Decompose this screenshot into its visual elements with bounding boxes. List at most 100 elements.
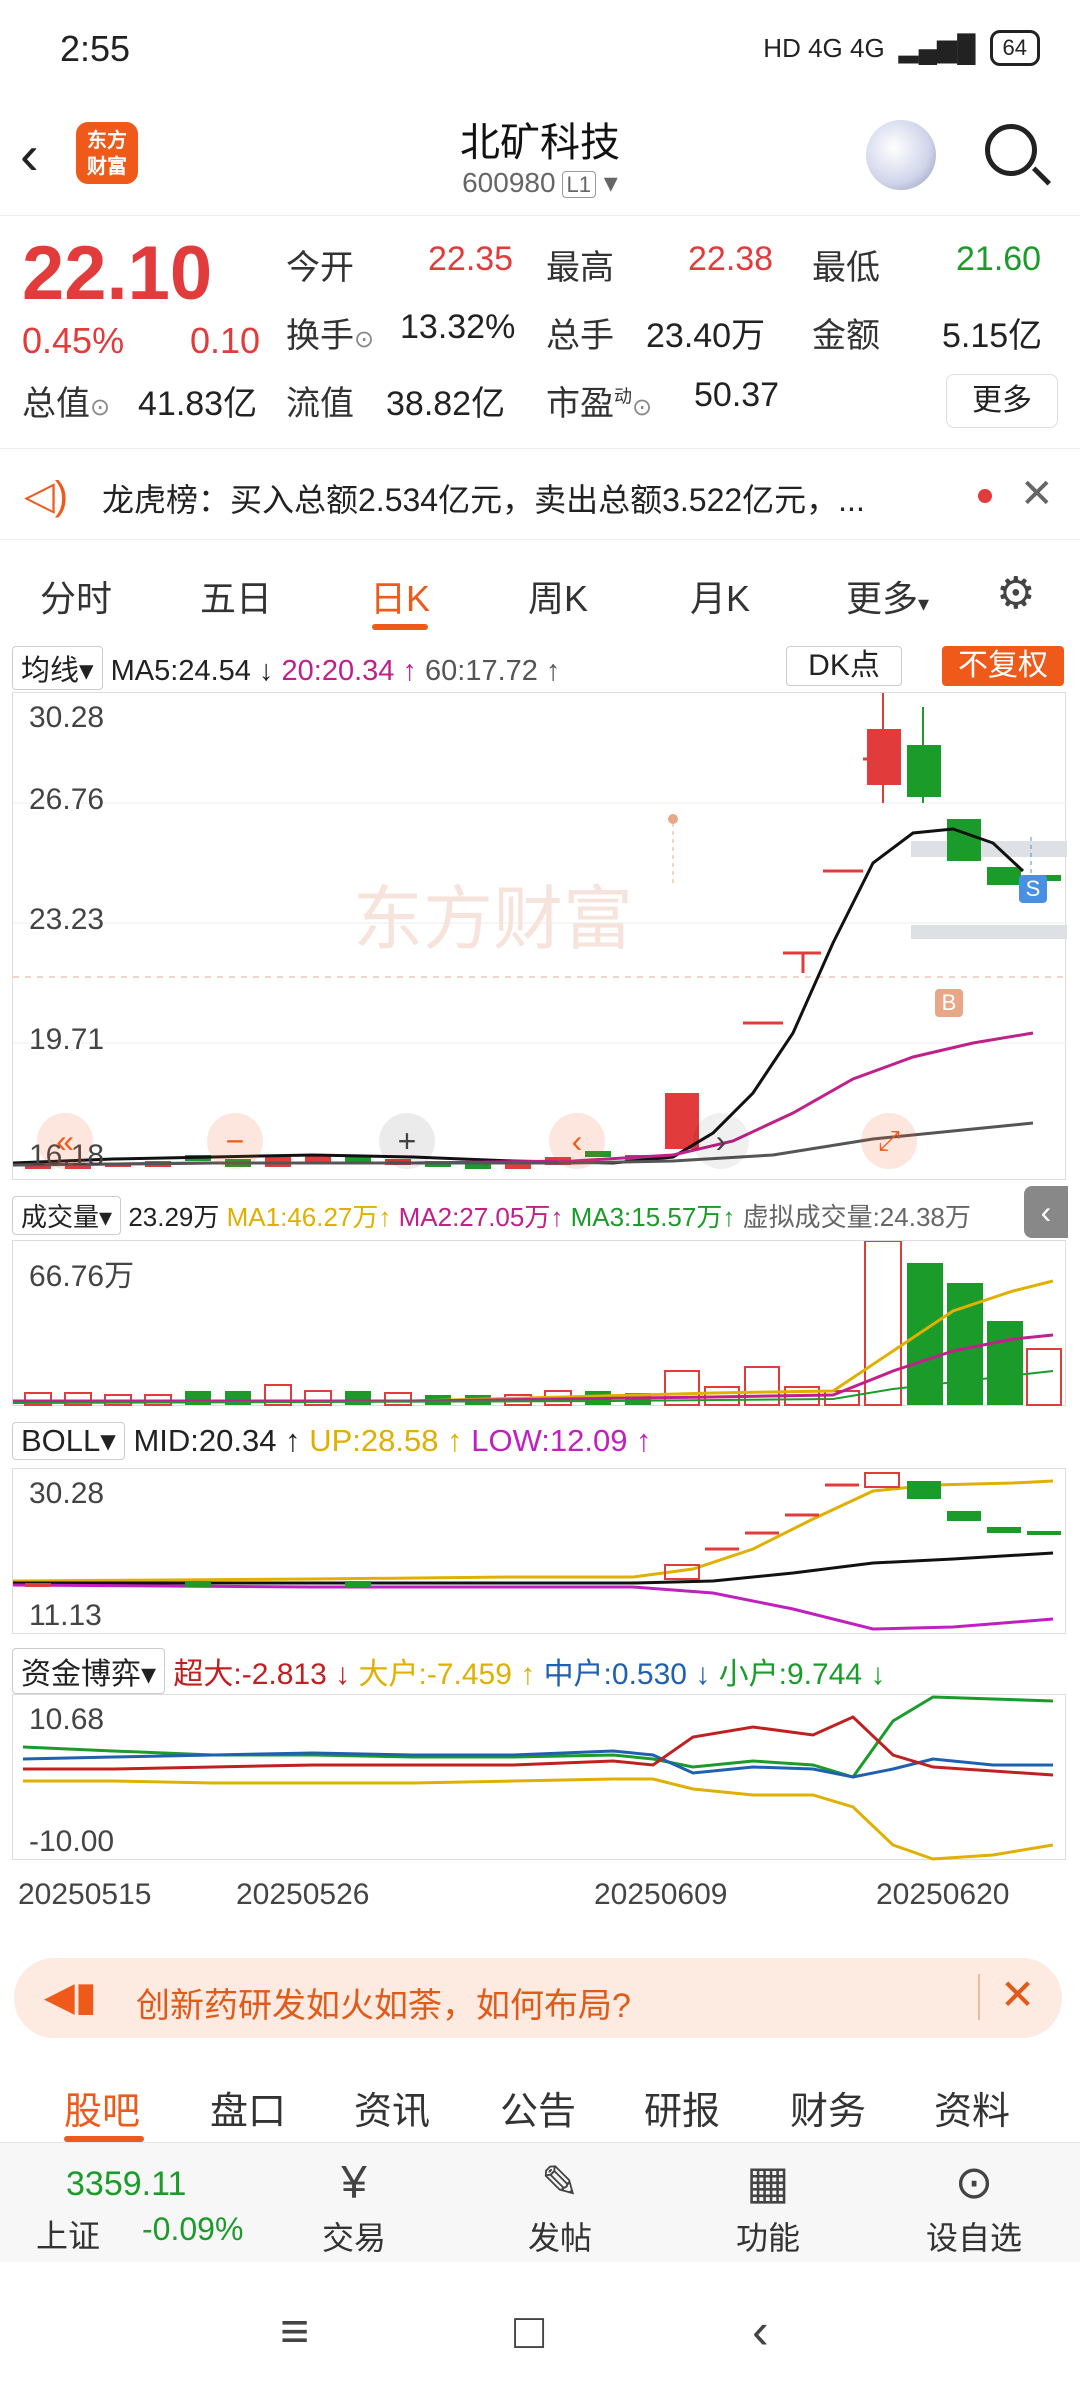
fund-y-bottom: -10.00 bbox=[29, 1825, 115, 1858]
boll-panel[interactable]: 30.28 11.13 bbox=[12, 1468, 1066, 1634]
buy-marker[interactable]: B bbox=[935, 989, 963, 1017]
prev-icon[interactable]: ‹ bbox=[549, 1113, 605, 1169]
open-label: 今开 bbox=[286, 249, 354, 287]
close-icon[interactable]: ✕ bbox=[1000, 1970, 1035, 2019]
close-icon[interactable]: ✕ bbox=[1020, 471, 1054, 517]
amount-value: 5.15亿 bbox=[942, 317, 1043, 355]
next-icon[interactable]: › bbox=[693, 1113, 749, 1169]
pe-sup: 动 bbox=[614, 386, 632, 407]
trade-button[interactable]: ¥ 交易 bbox=[294, 2151, 414, 2259]
pe-label[interactable]: 市盈动⊙ bbox=[546, 376, 652, 425]
volume-selector[interactable]: 成交量▾ bbox=[12, 1196, 122, 1235]
tab-news[interactable]: 资讯 bbox=[354, 2080, 430, 2135]
edit-icon: ✎ bbox=[540, 2156, 580, 2208]
yen-icon: ¥ bbox=[341, 2156, 367, 2208]
ma60-value: 60:17.72 ↑ bbox=[425, 655, 561, 687]
ma5-value: MA5:24.54 ↓ bbox=[110, 655, 274, 687]
volume-panel[interactable]: 66.76万 bbox=[12, 1240, 1066, 1406]
fund-mid: 中户:0.530 ↓ bbox=[543, 1658, 711, 1691]
tab-research[interactable]: 研报 bbox=[644, 2080, 720, 2135]
fund-panel[interactable]: 10.68 -10.00 bbox=[12, 1694, 1066, 1861]
high-label: 最高 bbox=[546, 249, 614, 287]
amount-label: 金额 bbox=[812, 317, 880, 355]
boll-selector[interactable]: BOLL▾ bbox=[12, 1422, 125, 1460]
tab-month-k[interactable]: 月K bbox=[690, 570, 750, 622]
post-label: 发帖 bbox=[527, 2220, 592, 2256]
date-label: 20250620 bbox=[876, 1878, 1010, 1911]
current-price: 22.10 bbox=[22, 231, 213, 316]
virtual-volume: 虚拟成交量:24.38万 bbox=[742, 1202, 971, 1232]
tab-orderbook[interactable]: 盘口 bbox=[210, 2080, 286, 2135]
no-adjust-button[interactable]: 不复权 bbox=[942, 646, 1064, 686]
tab-more[interactable]: 更多▾ bbox=[846, 570, 929, 622]
more-button[interactable]: 更多 bbox=[946, 374, 1058, 428]
fund-chart bbox=[22, 1695, 1054, 1861]
grid-icon: ▦ bbox=[746, 2156, 790, 2208]
promo-banner[interactable]: ◀▮ 创新药研发如火如荼，如何布局? ✕ bbox=[14, 1958, 1062, 2038]
candle bbox=[185, 1581, 211, 1587]
ma20-value: 20:20.34 ↑ bbox=[281, 655, 417, 687]
speaker-icon: ◁) bbox=[24, 474, 69, 518]
candle bbox=[907, 745, 941, 797]
dk-point-button[interactable]: DK点 bbox=[786, 646, 902, 686]
function-button[interactable]: ▦ 功能 bbox=[708, 2151, 828, 2259]
add-watchlist-button[interactable]: ⊙ 设自选 bbox=[914, 2151, 1034, 2259]
ma-selector[interactable]: 均线▾ bbox=[12, 646, 103, 690]
fullscreen-icon[interactable]: ⤢ bbox=[861, 1113, 917, 1169]
candle bbox=[345, 1581, 371, 1587]
volume-ma2-line bbox=[13, 1333, 1054, 1403]
fund-selector[interactable]: 资金博弈▾ bbox=[12, 1648, 166, 1694]
volume-ma2: MA2:27.05万↑ bbox=[398, 1202, 564, 1232]
candle bbox=[1027, 1531, 1061, 1535]
chevron-down-icon: ▾ bbox=[918, 591, 930, 616]
candle bbox=[987, 867, 1021, 885]
tab-day-k[interactable]: 日K bbox=[370, 570, 430, 622]
back-nav-icon[interactable]: ‹ bbox=[752, 2302, 769, 2360]
kline-chart: 东方财富 bbox=[12, 693, 1067, 1169]
volume-bar bbox=[384, 1392, 412, 1406]
low-value: 21.60 bbox=[956, 240, 1042, 278]
kline-panel[interactable]: 东方财富 30.28 26.76 23.23 19.71 16.18 S B «… bbox=[12, 692, 1067, 1180]
notice-bar[interactable]: ◁) 龙虎榜：买入总额2.534亿元，卖出总额3.522亿元，... ✕ bbox=[0, 448, 1080, 540]
volume-bars bbox=[24, 1240, 1062, 1406]
menu-icon[interactable]: ≡ bbox=[280, 2302, 309, 2360]
gear-icon[interactable]: ⚙ bbox=[996, 568, 1035, 619]
zoom-out-icon[interactable]: − bbox=[207, 1113, 263, 1169]
post-button[interactable]: ✎ 发帖 bbox=[500, 2151, 620, 2259]
tab-five-day[interactable]: 五日 bbox=[200, 570, 272, 622]
turnover-label[interactable]: 换手⊙ bbox=[286, 308, 374, 357]
turnover-label-text: 换手 bbox=[286, 317, 354, 355]
index-value[interactable]: 3359.11 bbox=[66, 2165, 186, 2204]
volume-bar bbox=[987, 1321, 1023, 1405]
tab-profile[interactable]: 资料 bbox=[934, 2080, 1010, 2135]
assistant-avatar[interactable] bbox=[866, 120, 936, 190]
mcap-label-text: 总值 bbox=[22, 385, 90, 423]
candle bbox=[947, 819, 981, 861]
index-name: 上证 bbox=[36, 2218, 101, 2254]
quote-panel: 22.10 0.45% 0.10 今开 22.35 最高 22.38 最低 21… bbox=[0, 216, 1080, 448]
tab-announcements[interactable]: 公告 bbox=[500, 2080, 576, 2135]
collapse-icon[interactable]: ‹ bbox=[1024, 1186, 1068, 1238]
date-axis: 20250515 20250526 20250609 20250620 bbox=[0, 1878, 1080, 1918]
zoom-in-icon[interactable]: + bbox=[379, 1113, 435, 1169]
megaphone-icon: ◀▮ bbox=[44, 1975, 97, 2019]
sell-marker[interactable]: S bbox=[1019, 875, 1047, 903]
watchlist-label: 设自选 bbox=[925, 2220, 1022, 2256]
tab-finance[interactable]: 财务 bbox=[790, 2080, 866, 2135]
network-icon: HD 4G 4G bbox=[763, 32, 885, 63]
candle bbox=[987, 1527, 1021, 1533]
boll-selector-label: BOLL bbox=[21, 1423, 101, 1458]
search-icon[interactable] bbox=[985, 124, 1037, 176]
fund-y-top: 10.68 bbox=[29, 1703, 105, 1736]
float-value: 38.82亿 bbox=[386, 385, 506, 423]
info-icon: ⊙ bbox=[632, 394, 653, 421]
scroll-left-icon[interactable]: « bbox=[37, 1113, 93, 1169]
y-axis-label: 23.23 bbox=[29, 903, 105, 936]
tab-forum[interactable]: 股吧 bbox=[64, 2080, 140, 2135]
boll-chart bbox=[12, 1472, 1061, 1631]
chevron-down-icon: ▾ bbox=[596, 167, 618, 198]
tab-week-k[interactable]: 周K bbox=[528, 570, 588, 622]
home-icon[interactable]: □ bbox=[514, 2302, 544, 2360]
tab-intraday[interactable]: 分时 bbox=[40, 570, 112, 622]
mcap-label[interactable]: 总值⊙ bbox=[22, 376, 110, 425]
